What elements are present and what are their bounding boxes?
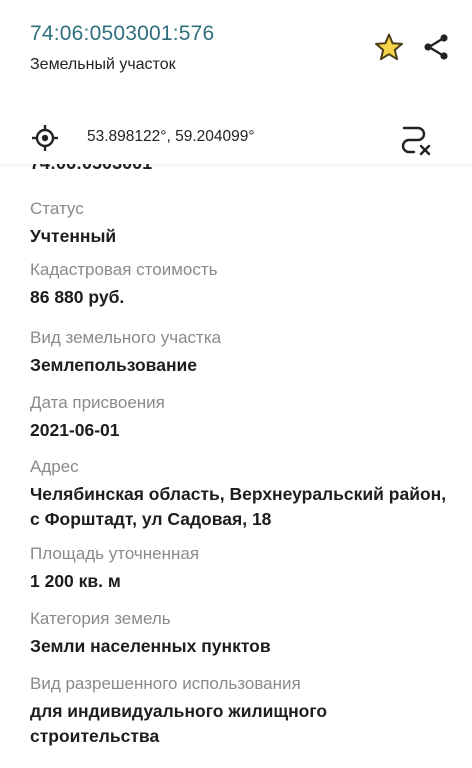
field-label: Категория земель [30,609,171,628]
field-label: Кадастровая стоимость [30,260,218,279]
field-label: Дата присвоения [30,393,165,412]
field-value: Земли населенных пунктов [30,636,271,656]
object-details: 74:06:0503001 Статус Учтенный Кадастрова… [0,164,472,768]
field-value: Челябинская область, Верхнеуральский рай… [30,484,447,529]
object-header: 74:06:0503001:576 Земельный участок [0,0,472,113]
field-value: 1 200 кв. м [30,571,121,591]
cadastral-number: 74:06:0503001:576 [30,22,215,45]
object-type: Земельный участок [30,56,176,73]
field-assignment-date: Дата присвоения 2021-06-01 [30,392,450,443]
field-label: Статус [30,199,84,218]
coordinates-bar: 53.898122°, 59.204099° [0,112,472,164]
target-icon[interactable] [30,123,60,153]
field-value: Учтенный [30,226,117,246]
field-value: Землепользование [30,355,198,375]
field-cadastral-cost: Кадастровая стоимость 86 880 руб. [30,259,450,310]
field-value: для индивидуального жилищного строительс… [30,701,328,746]
coordinates-text[interactable]: 53.898122°, 59.204099° [87,128,255,146]
field-value: 2021-06-01 [30,420,120,440]
field-value: 86 880 руб. [30,287,125,307]
field-land-category: Категория земель Земли населенных пункто… [30,608,450,659]
field-label: Вид земельного участка [30,328,222,347]
star-icon[interactable] [372,31,406,65]
field-address: Адрес Челябинская область, Верхнеуральск… [30,456,450,532]
field-label: Вид разрешенного использования [30,674,301,693]
field-area: Площадь уточненная 1 200 кв. м [30,543,450,594]
field-label: Адрес [30,457,79,476]
field-label: Площадь уточненная [30,544,200,563]
route-clear-icon[interactable] [396,120,432,156]
share-icon[interactable] [420,31,452,63]
field-land-type: Вид земельного участка Землепользование [30,327,450,378]
field-status: Статус Учтенный [30,198,450,249]
partial-cadastral-quarter: 74:06:0503001 [30,164,152,174]
field-permitted-use: Вид разрешенного использования для индив… [30,673,450,749]
